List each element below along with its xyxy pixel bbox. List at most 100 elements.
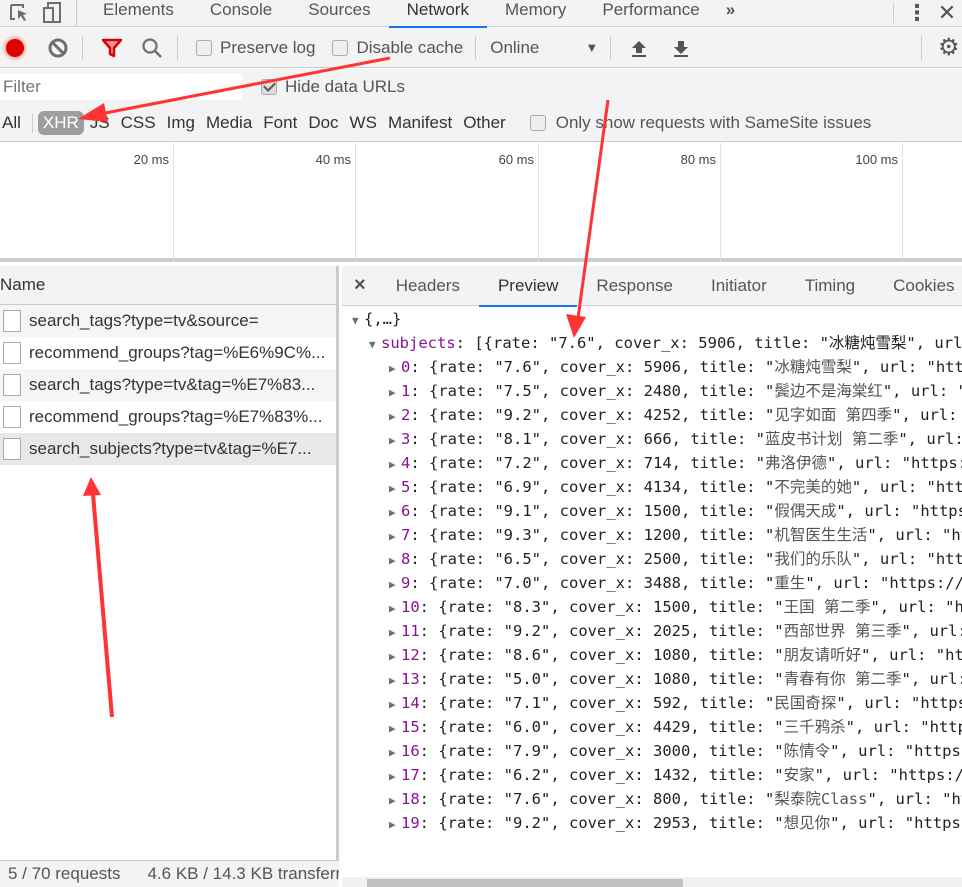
json-item-row[interactable]: ▶ 1: {rate: "7.5", cover_x: 2480, title: … xyxy=(342,379,962,403)
json-item-row[interactable]: ▶ 17: {rate: "6.2", cover_x: 1432, title:… xyxy=(342,763,962,787)
request-row[interactable]: search_subjects?type=tv&tag=%E7... xyxy=(0,433,336,465)
timeline-overview[interactable]: 20 ms 40 ms 60 ms 80 ms 100 ms xyxy=(0,143,962,262)
close-devtools-icon[interactable]: ✕ xyxy=(932,0,962,26)
tab-performance[interactable]: Performance xyxy=(584,0,717,27)
horizontal-scrollbar[interactable] xyxy=(342,877,962,887)
json-item-row[interactable]: ▶ 2: {rate: "9.2", cover_x: 4252, title: … xyxy=(342,403,962,427)
request-row[interactable]: recommend_groups?tag=%E7%83%... xyxy=(0,401,336,433)
hide-data-urls-checkbox[interactable] xyxy=(261,79,277,95)
tab-console[interactable]: Console xyxy=(192,0,290,27)
type-filter-ws[interactable]: WS xyxy=(345,111,382,135)
search-icon[interactable] xyxy=(141,37,163,59)
tab-memory[interactable]: Memory xyxy=(487,0,584,27)
type-filter-img[interactable]: Img xyxy=(162,111,200,135)
json-item-row[interactable]: ▶ 19: {rate: "9.2", cover_x: 2953, title:… xyxy=(342,811,962,835)
preserve-log-checkbox[interactable] xyxy=(196,39,212,56)
type-filter-js[interactable]: JS xyxy=(85,111,115,135)
json-rate: 7.6 xyxy=(503,358,532,376)
expand-triangle-icon[interactable]: ▶ xyxy=(389,477,401,501)
type-filter-doc[interactable]: Doc xyxy=(303,111,343,135)
inspect-element-icon[interactable] xyxy=(4,0,36,27)
json-rate: 5.0 xyxy=(513,670,541,688)
record-button[interactable] xyxy=(6,38,24,57)
disable-cache-checkbox[interactable] xyxy=(332,39,349,56)
type-filter-font[interactable]: Font xyxy=(258,111,302,135)
expand-triangle-icon[interactable]: ▶ xyxy=(389,741,401,765)
expand-triangle-icon[interactable]: ▶ xyxy=(389,429,401,453)
type-filter-other[interactable]: Other xyxy=(458,111,511,135)
json-item-row[interactable]: ▶ 12: {rate: "8.6", cover_x: 1080, title:… xyxy=(342,643,962,667)
expand-triangle-icon[interactable]: ▶ xyxy=(389,381,401,405)
json-punct: ", url: "https://movie.douban.com/subjec… xyxy=(867,790,962,808)
request-row[interactable]: search_tags?type=tv&source= xyxy=(0,305,336,337)
expand-triangle-icon[interactable]: ▶ xyxy=(389,693,401,717)
filter-input[interactable] xyxy=(0,74,242,100)
clear-icon[interactable] xyxy=(48,38,68,58)
tab-network[interactable]: Network xyxy=(388,0,488,28)
json-item-row[interactable]: ▶ 6: {rate: "9.1", cover_x: 1500, title: … xyxy=(342,499,962,523)
expand-triangle-icon[interactable]: ▼ xyxy=(352,309,364,333)
import-har-icon[interactable] xyxy=(629,38,649,58)
expand-triangle-icon[interactable]: ▶ xyxy=(389,357,401,381)
more-tabs-button[interactable]: » xyxy=(718,0,743,27)
tab-elements[interactable]: Elements xyxy=(85,0,192,27)
json-rate: 8.3 xyxy=(513,598,541,616)
type-filter-xhr[interactable]: XHR xyxy=(37,111,84,135)
json-item-row[interactable]: ▶ 3: {rate: "8.1", cover_x: 666, title: "… xyxy=(342,427,962,451)
json-item-row[interactable]: ▶ 18: {rate: "7.6", cover_x: 800, title: … xyxy=(342,787,962,811)
json-item-row[interactable]: ▶ 8: {rate: "6.5", cover_x: 2500, title: … xyxy=(342,547,962,571)
name-column-header[interactable]: Name xyxy=(0,266,336,305)
json-root-row[interactable]: ▼ {,…} xyxy=(342,307,962,331)
expand-triangle-icon[interactable]: ▶ xyxy=(389,669,401,693)
expand-triangle-icon[interactable]: ▶ xyxy=(389,765,401,789)
throttling-select[interactable]: Online ▼ xyxy=(488,38,598,58)
expand-triangle-icon[interactable]: ▶ xyxy=(389,645,401,669)
expand-triangle-icon[interactable]: ▶ xyxy=(389,549,401,573)
type-filter-all[interactable]: All xyxy=(0,111,26,135)
json-item-row[interactable]: ▶ 10: {rate: "8.3", cover_x: 1500, title:… xyxy=(342,595,962,619)
expand-triangle-icon[interactable]: ▶ xyxy=(389,573,401,597)
detail-tab-response[interactable]: Response xyxy=(577,266,692,306)
expand-triangle-icon[interactable]: ▼ xyxy=(369,333,381,357)
expand-triangle-icon[interactable]: ▶ xyxy=(389,405,401,429)
detail-tab-timing[interactable]: Timing xyxy=(786,266,874,306)
tab-sources[interactable]: Sources xyxy=(290,0,388,27)
request-row[interactable]: recommend_groups?tag=%E6%9C%... xyxy=(0,337,336,369)
json-item-row[interactable]: ▶ 14: {rate: "7.1", cover_x: 592, title: … xyxy=(342,691,962,715)
filter-icon[interactable] xyxy=(101,38,123,58)
detail-tab-preview[interactable]: Preview xyxy=(478,266,578,307)
settings-gear-icon[interactable]: ⚙ xyxy=(938,33,962,62)
more-options-icon[interactable]: ⋮ xyxy=(902,0,932,26)
export-har-icon[interactable] xyxy=(671,38,691,58)
json-punct: ", url: "https://movie.douban.com/subjec… xyxy=(882,382,962,400)
type-filter-manifest[interactable]: Manifest xyxy=(383,111,457,135)
detail-tab-headers[interactable]: Headers xyxy=(377,266,479,306)
expand-triangle-icon[interactable]: ▶ xyxy=(389,789,401,813)
json-item-row[interactable]: ▶ 7: {rate: "9.3", cover_x: 1200, title: … xyxy=(342,523,962,547)
expand-triangle-icon[interactable]: ▶ xyxy=(389,597,401,621)
detail-tab-initiator[interactable]: Initiator xyxy=(692,266,786,306)
expand-triangle-icon[interactable]: ▶ xyxy=(389,525,401,549)
type-filter-css[interactable]: CSS xyxy=(116,111,161,135)
type-filter-media[interactable]: Media xyxy=(201,111,257,135)
scrollbar-thumb[interactable] xyxy=(367,879,683,887)
close-detail-icon[interactable]: × xyxy=(342,274,377,297)
expand-triangle-icon[interactable]: ▶ xyxy=(389,813,401,837)
json-item-row[interactable]: ▶ 5: {rate: "6.9", cover_x: 4134, title: … xyxy=(342,475,962,499)
expand-triangle-icon[interactable]: ▶ xyxy=(389,717,401,741)
json-item-row[interactable]: ▶ 0: {rate: "7.6", cover_x: 5906, title: … xyxy=(342,355,962,379)
json-subjects-row[interactable]: ▼ subjects: [{rate: "7.6", cover_x: 5906,… xyxy=(342,331,962,355)
detail-tab-cookies[interactable]: Cookies xyxy=(874,266,962,306)
json-item-row[interactable]: ▶ 16: {rate: "7.9", cover_x: 3000, title:… xyxy=(342,739,962,763)
request-row[interactable]: search_tags?type=tv&tag=%E7%83... xyxy=(0,369,336,401)
expand-triangle-icon[interactable]: ▶ xyxy=(389,501,401,525)
device-toolbar-icon[interactable] xyxy=(36,0,68,27)
json-item-row[interactable]: ▶ 15: {rate: "6.0", cover_x: 4429, title:… xyxy=(342,715,962,739)
samesite-issues-checkbox[interactable] xyxy=(529,115,546,131)
json-item-row[interactable]: ▶ 13: {rate: "5.0", cover_x: 1080, title:… xyxy=(342,667,962,691)
expand-triangle-icon[interactable]: ▶ xyxy=(389,621,401,645)
json-item-row[interactable]: ▶ 4: {rate: "7.2", cover_x: 714, title: "… xyxy=(342,451,962,475)
expand-triangle-icon[interactable]: ▶ xyxy=(389,453,401,477)
json-item-row[interactable]: ▶ 9: {rate: "7.0", cover_x: 3488, title: … xyxy=(342,571,962,595)
json-item-row[interactable]: ▶ 11: {rate: "9.2", cover_x: 2025, title:… xyxy=(342,619,962,643)
